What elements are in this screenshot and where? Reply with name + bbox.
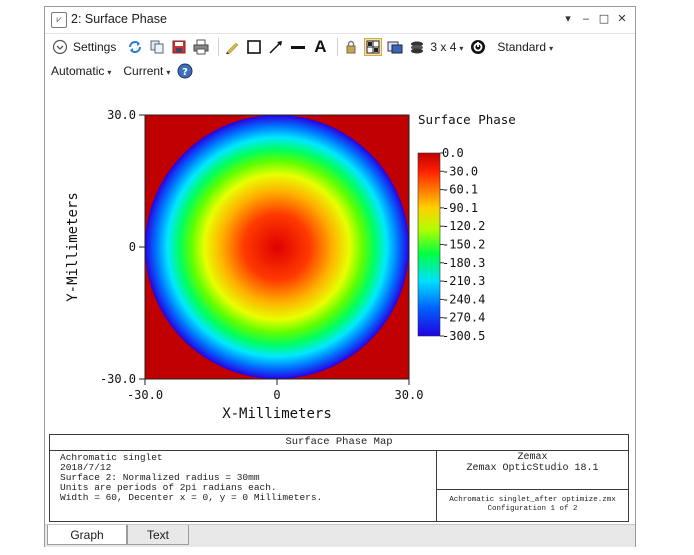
x-tick-label: 30.0 xyxy=(395,388,424,402)
info-config: Configuration 1 of 2 xyxy=(487,505,578,513)
tab-text[interactable]: Text xyxy=(127,525,189,545)
settings-circle-icon[interactable] xyxy=(51,38,69,56)
title-bar[interactable]: ⩗ 2: Surface Phase ▾ ‒ □ ✕ xyxy=(45,7,635,34)
colorbar-tick-label: -270.4 xyxy=(442,311,485,325)
colorbar-tick-label: -150.2 xyxy=(442,237,485,251)
lock-icon[interactable] xyxy=(342,38,360,56)
text-icon[interactable]: A xyxy=(311,37,329,56)
print-icon[interactable] xyxy=(192,38,210,56)
help-icon[interactable]: ? xyxy=(176,62,194,80)
x-tick-label: 0 xyxy=(273,388,280,402)
layout-icon[interactable] xyxy=(364,38,383,56)
window-title: 2: Surface Phase xyxy=(71,12,167,26)
copy-icon[interactable] xyxy=(148,38,166,56)
info-header: Surface Phase Map xyxy=(50,435,628,451)
info-product: Zemax OpticStudio 18.1 xyxy=(466,463,599,474)
close-button[interactable]: ✕ xyxy=(613,10,631,28)
toolbar-row-1: Settings A 3 x 4 ▾ Standard ▾ xyxy=(51,36,553,58)
app-icon: ⩗ xyxy=(51,12,67,28)
colorbar-tick-label: -90.1 xyxy=(442,201,478,215)
info-file-block: Achromatic singlet_after optimize.zmx Co… xyxy=(437,491,628,521)
toolbar: Settings A 3 x 4 ▾ Standard ▾ Automatic … xyxy=(45,34,635,86)
rectangle-icon[interactable] xyxy=(245,38,263,56)
tab-graph[interactable]: Graph xyxy=(47,525,127,545)
colorbar-tick-label: -120.2 xyxy=(442,219,485,233)
layers-icon[interactable] xyxy=(408,38,426,56)
colorbar-tick-label: -300.5 xyxy=(442,329,485,343)
colorbar-tick-label: -210.3 xyxy=(442,274,485,288)
standard-dropdown[interactable]: Standard ▾ xyxy=(497,40,553,54)
info-panel: Surface Phase Map Achromatic singlet 201… xyxy=(49,434,629,522)
y-tick-label: 0 xyxy=(129,240,136,254)
save-icon[interactable] xyxy=(170,38,188,56)
window-menu-button[interactable]: ▾ xyxy=(559,10,577,28)
line-icon[interactable] xyxy=(289,38,307,56)
x-tick-label: -30.0 xyxy=(127,388,163,402)
y-axis-label: Y-Millimeters xyxy=(65,192,81,302)
colorbar-tick-label: -180.3 xyxy=(442,256,485,270)
colorbar-tick-label: -60.1 xyxy=(442,183,478,197)
info-file: Achromatic singlet_after optimize.zmx xyxy=(449,496,616,504)
colorbar-tick-label: -30.0 xyxy=(442,164,478,178)
maximize-button[interactable]: □ xyxy=(595,10,613,28)
window-controls: ▾ ‒ □ ✕ xyxy=(559,10,631,28)
analysis-window: ⩗ 2: Surface Phase ▾ ‒ □ ✕ Settings A 3 … xyxy=(44,6,636,547)
timer-icon[interactable] xyxy=(469,38,487,56)
info-company: Zemax xyxy=(517,452,548,463)
y-tick-label: 30.0 xyxy=(107,108,136,122)
info-company-block: Zemax Zemax OpticStudio 18.1 xyxy=(437,450,628,490)
window-icon[interactable] xyxy=(386,38,404,56)
surface-phase-plot: -30.0 0 30.0 30.0 0 -30.0 X-Millimeters Y-Milli… xyxy=(65,108,516,422)
current-dropdown[interactable]: Current ▾ xyxy=(123,64,170,78)
toolbar-row-2: Automatic ▾ Current ▾ ? xyxy=(51,60,198,82)
graph-area: -30.0 0 30.0 30.0 0 -30.0 X-Millimeters Y-Milli… xyxy=(45,86,635,433)
colorbar-tick-label: 0.0 xyxy=(442,146,464,160)
arrow-line-icon[interactable] xyxy=(267,38,285,56)
refresh-icon[interactable] xyxy=(126,38,144,56)
pencil-icon[interactable] xyxy=(223,38,241,56)
phase-aperture-disk xyxy=(145,115,409,379)
info-line: Width = 60, Decenter x = 0, y = 0 Millim… xyxy=(60,492,323,503)
y-tick-label: -30.0 xyxy=(100,372,136,386)
automatic-dropdown[interactable]: Automatic ▾ xyxy=(51,64,111,78)
settings-button[interactable]: Settings xyxy=(73,40,116,54)
info-description: Achromatic singlet 2018/7/12 Surface 2: … xyxy=(60,453,322,503)
colorbar xyxy=(417,152,441,337)
tab-bar: Graph Text xyxy=(45,524,635,547)
svg-text:?: ? xyxy=(183,67,189,78)
grid-size-dropdown[interactable]: 3 x 4 ▾ xyxy=(430,40,463,54)
colorbar-tick-label: -240.4 xyxy=(442,292,485,306)
x-axis-label: X-Millimeters xyxy=(222,406,332,422)
minimize-button[interactable]: ‒ xyxy=(577,10,595,28)
plot-title: Surface Phase xyxy=(418,112,516,127)
